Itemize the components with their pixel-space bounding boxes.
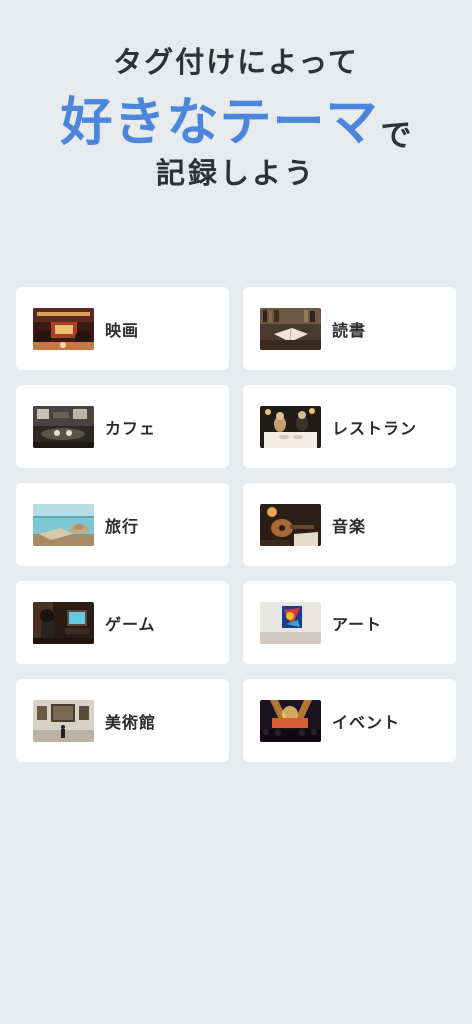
game-photo-icon (33, 601, 94, 644)
cinema-photo-icon (33, 307, 94, 350)
theme-label-cafe: カフェ (105, 418, 157, 438)
theme-grid: 映画 読書 カフェ レストラン 旅行 音楽 ゲーム アート 美術館 イベント (16, 287, 456, 762)
hero-line-3: 記録しよう (155, 156, 316, 190)
theme-label-art: アート (332, 614, 383, 634)
cafe-photo-icon (33, 405, 94, 448)
theme-card-game[interactable]: ゲーム (16, 581, 229, 664)
theme-card-cinema[interactable]: 映画 (16, 287, 229, 370)
travel-photo-icon (33, 503, 94, 546)
theme-card-music[interactable]: 音楽 (243, 483, 456, 566)
art-photo-icon (260, 601, 321, 644)
theme-label-game: ゲーム (105, 614, 156, 634)
theme-card-restaurant[interactable]: レストラン (243, 385, 456, 468)
hero-accent-text: 好きなテーマ (60, 93, 379, 153)
theme-card-museum[interactable]: 美術館 (16, 679, 229, 762)
restaurant-photo-icon (260, 405, 321, 448)
hero-particle-text: で (380, 118, 412, 154)
theme-label-travel: 旅行 (105, 516, 140, 536)
theme-label-music: 音楽 (332, 516, 367, 536)
event-photo-icon (260, 699, 321, 742)
theme-label-museum: 美術館 (105, 712, 157, 732)
museum-photo-icon (33, 699, 94, 742)
theme-card-travel[interactable]: 旅行 (16, 483, 229, 566)
theme-label-restaurant: レストラン (332, 418, 418, 438)
reading-photo-icon (260, 307, 321, 350)
theme-card-reading[interactable]: 読書 (243, 287, 456, 370)
theme-card-art[interactable]: アート (243, 581, 456, 664)
theme-label-event: イベント (332, 712, 401, 732)
theme-label-reading: 読書 (332, 320, 367, 340)
theme-label-cinema: 映画 (105, 320, 140, 340)
theme-card-cafe[interactable]: カフェ (16, 385, 229, 468)
music-photo-icon (260, 503, 321, 546)
hero-line-1: タグ付けによって (113, 45, 359, 79)
theme-card-event[interactable]: イベント (243, 679, 456, 762)
